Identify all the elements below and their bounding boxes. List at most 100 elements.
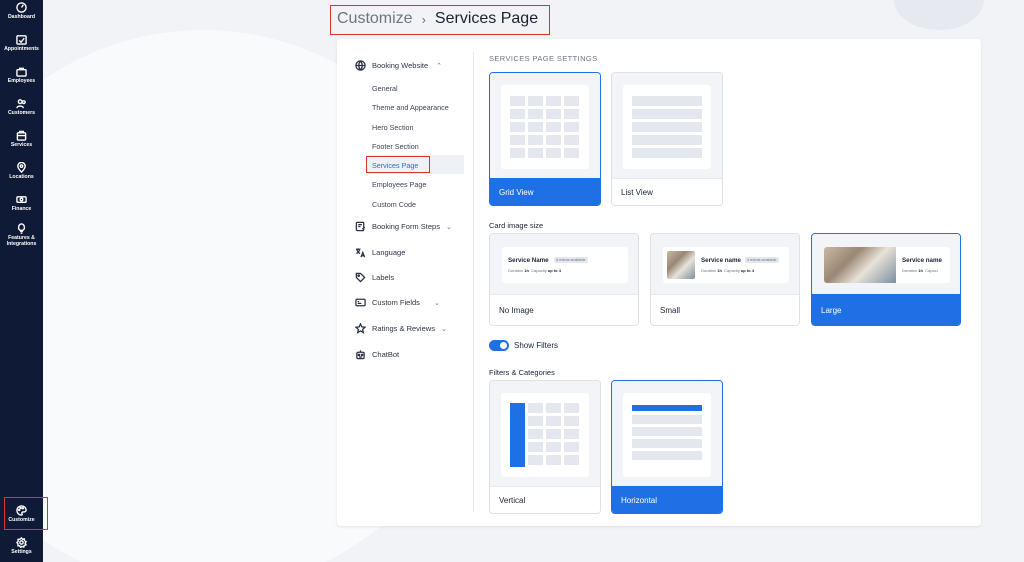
custom-fields-icon bbox=[355, 298, 366, 307]
nav-label: Dashboard bbox=[7, 14, 36, 20]
services-page-highlight-box bbox=[366, 156, 430, 173]
nav-label: Locations bbox=[9, 174, 34, 180]
finance-icon bbox=[16, 196, 27, 203]
option-label: Vertical bbox=[490, 486, 600, 513]
nav-label: Employees bbox=[7, 78, 36, 84]
nav-item-customers[interactable]: Customers bbox=[0, 98, 43, 117]
sidebar-item-label: Booking Website bbox=[372, 61, 429, 70]
breadcrumb-separator: › bbox=[421, 11, 426, 27]
calendar-check-icon bbox=[16, 35, 27, 45]
lightbulb-icon bbox=[17, 223, 26, 234]
list-preview-card bbox=[623, 85, 711, 169]
nav-label: Settings bbox=[11, 549, 32, 555]
sidebar-item-language[interactable]: Language bbox=[355, 247, 467, 258]
nav-label: Services bbox=[10, 142, 33, 148]
sidebar-item-labels[interactable]: Labels bbox=[355, 272, 467, 283]
nav-item-dashboard[interactable]: Dashboard bbox=[0, 2, 43, 21]
customers-icon bbox=[16, 99, 26, 109]
option-no-image[interactable]: Service Name 4 extras available Duration… bbox=[489, 233, 639, 326]
option-small[interactable]: Service name 4 extras available Duration… bbox=[650, 233, 800, 326]
nav-label-line2: Integrations bbox=[6, 240, 37, 247]
show-filters-label: Show Filters bbox=[514, 341, 559, 350]
services-icon bbox=[16, 130, 27, 141]
sidebar-item-label: Labels bbox=[372, 273, 395, 282]
globe-icon bbox=[355, 60, 366, 71]
vertical-preview bbox=[490, 381, 600, 488]
sidebar-item-label: ChatBot bbox=[372, 350, 400, 359]
service-meta: Duration 1h Capacity up to 4 bbox=[508, 268, 561, 273]
nav-label: Customers bbox=[7, 110, 36, 116]
service-image bbox=[824, 247, 896, 283]
service-meta: Duration 1h Capacity up to 4 bbox=[701, 268, 754, 273]
option-list-view[interactable]: List View bbox=[611, 72, 723, 206]
option-label: Large bbox=[812, 294, 960, 325]
nav-item-employees[interactable]: Employees bbox=[0, 66, 43, 85]
service-card-preview: Service name 4 extras available Duration… bbox=[663, 247, 789, 283]
chevron-down-icon: ⌄ bbox=[445, 223, 452, 231]
sidebar-item-chatbot[interactable]: ChatBot bbox=[355, 349, 467, 360]
page-title: Services Page bbox=[434, 10, 539, 27]
option-label: No Image bbox=[490, 294, 638, 325]
service-name: Service name bbox=[902, 257, 942, 264]
card-image-size-label: Card image size bbox=[489, 221, 544, 230]
option-label: List View bbox=[612, 178, 722, 205]
breadcrumb: Customize › Services Page bbox=[337, 10, 538, 28]
option-vertical[interactable]: Vertical bbox=[489, 380, 601, 514]
translate-icon bbox=[355, 248, 366, 258]
section-heading: SERVICES PAGE SETTINGS bbox=[489, 54, 598, 63]
sub-item-theme[interactable]: Theme and Appearance bbox=[372, 103, 449, 112]
show-filters-toggle[interactable] bbox=[489, 340, 509, 351]
service-name: Service name bbox=[701, 257, 741, 264]
chevron-down-icon: ⌄ bbox=[433, 299, 440, 307]
service-image bbox=[667, 251, 695, 279]
grid-view-preview bbox=[490, 73, 600, 180]
grid-preview-card bbox=[501, 85, 589, 169]
sidebar-item-booking-website[interactable]: Booking Website ⌃ bbox=[355, 60, 467, 71]
breadcrumb-parent[interactable]: Customize bbox=[337, 10, 413, 28]
nav-item-appointments[interactable]: Appointments bbox=[0, 34, 43, 53]
sidebar-item-label: Language bbox=[372, 248, 406, 257]
sidebar-item-label: Ratings & Reviews bbox=[372, 324, 435, 333]
vertical-preview-card bbox=[501, 393, 589, 477]
nav-item-settings[interactable]: Settings bbox=[0, 537, 43, 556]
list-view-preview bbox=[612, 73, 722, 180]
filters-categories-label: Filters & Categories bbox=[489, 368, 555, 377]
service-name: Service Name bbox=[508, 257, 549, 264]
option-label: Horizontal bbox=[612, 486, 722, 513]
horizontal-preview bbox=[612, 381, 722, 488]
option-horizontal[interactable]: Horizontal bbox=[611, 380, 723, 514]
option-large[interactable]: Service name Duration 1h Capaci Large bbox=[811, 233, 961, 326]
service-card-preview: Service name Duration 1h Capaci bbox=[824, 247, 950, 283]
large-image-preview: Service name Duration 1h Capaci bbox=[812, 234, 960, 296]
sub-item-hero[interactable]: Hero Section bbox=[372, 123, 414, 132]
tag-icon bbox=[355, 272, 366, 283]
sub-item-custom-code[interactable]: Custom Code bbox=[372, 200, 416, 209]
sidebar-item-ratings-reviews[interactable]: Ratings & Reviews ⌄ bbox=[355, 323, 467, 334]
background-blob bbox=[894, 0, 984, 30]
sidebar-item-custom-fields[interactable]: Custom Fields ⌄ bbox=[355, 297, 467, 308]
horizontal-preview-card bbox=[623, 393, 711, 477]
chevron-up-icon: ⌃ bbox=[436, 62, 443, 70]
service-card-preview: Service Name 4 extras available Duration… bbox=[502, 247, 628, 283]
form-steps-icon bbox=[355, 221, 366, 232]
option-grid-view[interactable]: Grid View bbox=[489, 72, 601, 206]
sub-item-general[interactable]: General bbox=[372, 84, 398, 93]
sub-item-employees-page[interactable]: Employees Page bbox=[372, 180, 426, 189]
nav-item-finance[interactable]: Finance bbox=[0, 194, 43, 213]
robot-icon bbox=[356, 350, 365, 360]
location-pin-icon bbox=[17, 162, 26, 173]
sidebar-item-label: Booking Form Steps bbox=[372, 222, 440, 231]
option-label: Small bbox=[651, 294, 799, 325]
nav-label: Finance bbox=[11, 206, 32, 212]
nav-label: Appointments bbox=[4, 46, 39, 52]
main-nav: Dashboard Appointments Employees Custome… bbox=[0, 0, 43, 562]
no-image-preview: Service Name 4 extras available Duration… bbox=[490, 234, 638, 296]
sidebar-item-booking-form-steps[interactable]: Booking Form Steps ⌄ bbox=[355, 221, 467, 232]
nav-item-services[interactable]: Services bbox=[0, 130, 43, 149]
sub-item-footer[interactable]: Footer Section bbox=[372, 142, 419, 151]
chevron-down-icon: ⌄ bbox=[440, 325, 447, 333]
nav-item-locations[interactable]: Locations bbox=[0, 162, 43, 181]
small-image-preview: Service name 4 extras available Duration… bbox=[651, 234, 799, 296]
nav-item-features-integrations[interactable]: Features & Integrations bbox=[0, 223, 43, 248]
extras-badge: 4 extras available bbox=[745, 257, 779, 263]
